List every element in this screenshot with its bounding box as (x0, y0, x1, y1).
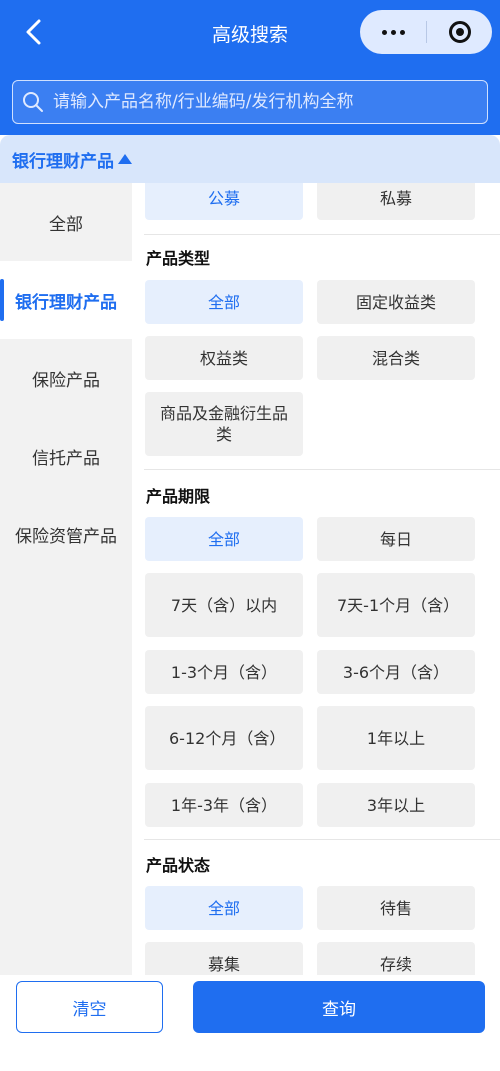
option-term-1y-3y[interactable]: 1年-3年（含） (145, 783, 303, 827)
search-box[interactable] (12, 80, 488, 124)
close-mini-program-button[interactable] (427, 10, 492, 54)
option-public-offering[interactable]: 公募 (145, 183, 303, 220)
more-dots-icon (380, 29, 407, 35)
search-icon (13, 80, 53, 124)
footer-bar: 清空 查询 (0, 975, 500, 1071)
option-term-over-1y[interactable]: 1年以上 (317, 706, 475, 770)
more-button[interactable] (360, 10, 426, 54)
query-button[interactable]: 查询 (193, 981, 485, 1033)
sidebar-item-insurance[interactable]: 保险产品 (0, 339, 132, 417)
option-term-all[interactable]: 全部 (145, 517, 303, 561)
option-type-equity[interactable]: 权益类 (145, 336, 303, 380)
mini-program-capsule (360, 10, 492, 54)
section-title-product-status: 产品状态 (146, 856, 211, 875)
sidebar-item-insurance-asset-mgmt[interactable]: 保险资管产品 (0, 495, 132, 573)
category-label: 银行理财产品 (12, 151, 114, 172)
section-title-product-term: 产品期限 (146, 487, 211, 506)
section-divider (144, 234, 500, 235)
triangle-up-icon (118, 154, 132, 164)
sidebar: 全部 银行理财产品 保险产品 信托产品 保险资管产品 (0, 183, 132, 975)
header-bar: 高级搜索 (0, 0, 500, 135)
sidebar-item-all[interactable]: 全部 (0, 183, 132, 261)
search-input[interactable] (53, 92, 473, 112)
option-term-1-3m[interactable]: 1-3个月（含） (145, 650, 303, 694)
category-dropdown[interactable]: 银行理财产品 (0, 135, 500, 183)
option-status-raising[interactable]: 募集 (145, 942, 303, 975)
option-term-3-6m[interactable]: 3-6个月（含） (317, 650, 475, 694)
filter-panel: 公募 私募 产品类型 全部 固定收益类 权益类 混合类 商品及金融衍生品类 产品… (132, 183, 500, 975)
section-divider (144, 839, 500, 840)
target-icon (448, 21, 471, 43)
option-term-daily[interactable]: 每日 (317, 517, 475, 561)
option-status-all[interactable]: 全部 (145, 886, 303, 930)
option-term-6-12m[interactable]: 6-12个月（含） (145, 706, 303, 770)
option-private-offering[interactable]: 私募 (317, 183, 475, 220)
sidebar-item-bank-wealth[interactable]: 银行理财产品 (0, 261, 132, 339)
option-type-mixed[interactable]: 混合类 (317, 336, 475, 380)
section-title-product-type: 产品类型 (146, 249, 211, 268)
option-type-all[interactable]: 全部 (145, 280, 303, 324)
option-term-7d-1m[interactable]: 7天-1个月（含） (317, 573, 475, 637)
section-divider (144, 469, 500, 470)
option-status-existing[interactable]: 存续 (317, 942, 475, 975)
clear-button[interactable]: 清空 (16, 981, 163, 1033)
option-term-within-7-days[interactable]: 7天（含）以内 (145, 573, 303, 637)
option-type-commodity-derivatives[interactable]: 商品及金融衍生品类 (145, 392, 303, 456)
option-status-pending-sale[interactable]: 待售 (317, 886, 475, 930)
option-term-over-3y[interactable]: 3年以上 (317, 783, 475, 827)
option-type-fixed-income[interactable]: 固定收益类 (317, 280, 475, 324)
sidebar-item-trust[interactable]: 信托产品 (0, 417, 132, 495)
